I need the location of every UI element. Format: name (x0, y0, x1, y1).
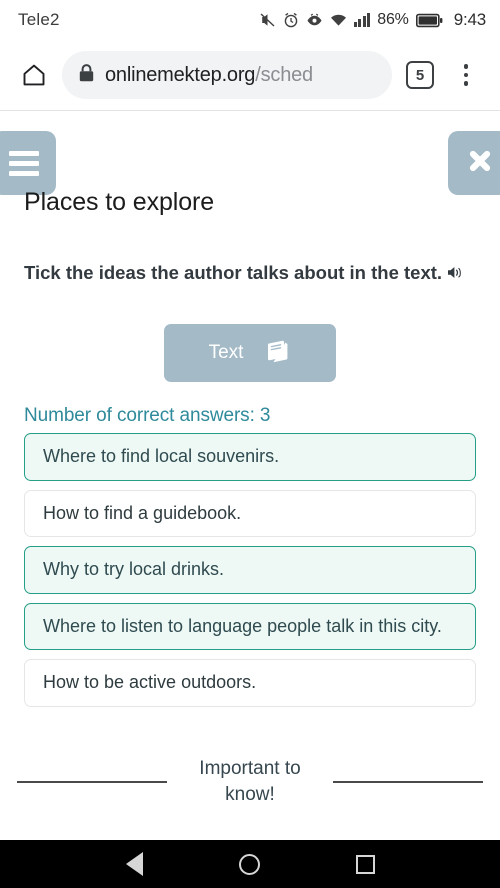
answer-option-label: Where to find local souvenirs. (43, 446, 280, 466)
answer-option-label: Where to listen to language people talk … (43, 615, 442, 636)
clock-label: 9:43 (453, 10, 486, 29)
carrier-label: Tele2 (18, 10, 60, 29)
close-button[interactable] (448, 131, 500, 195)
tab-switcher-button[interactable]: 5 (398, 53, 442, 97)
back-triangle-icon[interactable] (125, 852, 143, 876)
url-path: /sched (255, 63, 313, 86)
question-prompt: Tick the ideas the author talks about in… (24, 259, 468, 289)
battery-percent-label: 86% (377, 11, 409, 28)
question-prompt-text: Tick the ideas the author talks about in… (24, 262, 443, 283)
eye-care-icon (306, 12, 323, 28)
book-icon (265, 339, 291, 368)
hamburger-menu-icon (9, 150, 39, 176)
answer-option[interactable]: How to be active outdoors. (24, 659, 476, 707)
mute-icon (259, 12, 276, 28)
footer-label: Important to know! (199, 758, 301, 805)
answer-option[interactable]: Where to listen to language people talk … (24, 602, 476, 651)
footer-banner: Important to know! (0, 756, 500, 807)
lock-icon (78, 63, 95, 88)
address-bar[interactable]: onlinemektep.org/sched (62, 51, 392, 99)
status-bar: Tele2 86% 9:43 (0, 0, 500, 40)
android-nav-bar (0, 840, 500, 888)
answer-option-label: How to find a guidebook. (43, 502, 242, 523)
answer-option-label: How to be active outdoors. (43, 672, 257, 693)
url-domain: onlinemektep.org (105, 63, 256, 86)
tab-count-label: 5 (406, 61, 434, 89)
recents-square-icon[interactable] (355, 854, 375, 874)
answer-option[interactable]: Why to try local drinks. (24, 546, 476, 594)
answer-option-label: Why to try local drinks. (43, 559, 225, 580)
url-text: onlinemektep.org/sched (105, 64, 313, 87)
footer-rule-left (17, 781, 167, 783)
page-title: Places to explore (24, 188, 215, 216)
text-button-label: Text (208, 342, 244, 363)
text-button[interactable]: Text (164, 324, 336, 382)
correct-answers-count: Number of correct answers: 3 (24, 405, 271, 426)
alarm-icon (283, 12, 299, 28)
battery-icon (415, 13, 443, 28)
wifi-icon (330, 13, 347, 27)
answer-option[interactable]: How to find a guidebook. (24, 489, 476, 538)
close-x-icon (466, 147, 494, 180)
answer-options-list: Where to find local souvenirs. How to fi… (24, 433, 476, 707)
home-circle-icon[interactable] (238, 853, 260, 875)
speaker-audio-icon[interactable] (446, 261, 465, 289)
phone-screen: Tele2 86% 9:43 onlinemektep.org/sched 5 … (0, 0, 500, 888)
signal-icon (353, 13, 371, 27)
answer-option[interactable]: Where to find local souvenirs. (24, 433, 476, 481)
footer-rule-right (333, 781, 483, 783)
web-page-content: Places to explore Tick the ideas the aut… (0, 111, 500, 840)
kebab-menu-icon[interactable] (444, 53, 488, 97)
home-icon[interactable] (12, 53, 56, 97)
hamburger-menu-button[interactable] (0, 131, 56, 195)
status-icons: 86% 9:43 (259, 10, 486, 30)
browser-toolbar: onlinemektep.org/sched 5 (0, 40, 500, 110)
